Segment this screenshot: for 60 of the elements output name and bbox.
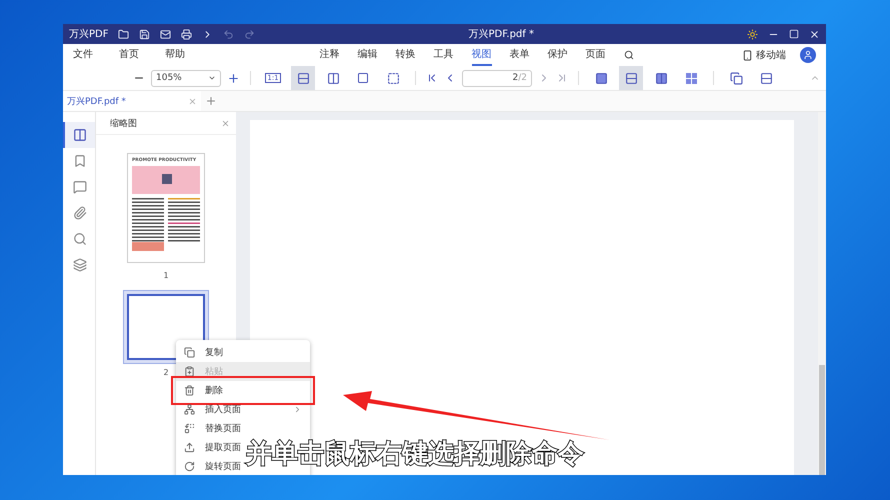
caption: 并单击鼠标右键选择删除命令	[246, 438, 584, 471]
menu-tab[interactable]: 工具	[434, 44, 454, 66]
dropdown-icon	[208, 74, 216, 82]
page-layout-icon	[594, 72, 608, 84]
page-layout-icon	[624, 72, 638, 84]
menu-tab[interactable]: 保护	[548, 44, 568, 66]
page-field[interactable]: 2/2	[462, 70, 532, 86]
delete-icon	[184, 385, 195, 396]
folder-icon[interactable]	[118, 28, 130, 40]
print-icon[interactable]	[181, 28, 192, 40]
maximize-icon[interactable]	[789, 29, 799, 39]
replace-icon	[184, 423, 195, 434]
document-tab[interactable]: 万兴PDF.pdf *	[63, 91, 201, 111]
menu-item[interactable]: 插入页面	[176, 400, 310, 419]
insert-icon	[184, 404, 195, 415]
avatar-icon[interactable]	[800, 47, 816, 63]
save-icon[interactable]	[139, 28, 150, 40]
undo-icon[interactable]	[223, 28, 234, 40]
menu-tab[interactable]: 页面	[586, 44, 606, 66]
menu-tab[interactable]: 视图	[472, 44, 492, 66]
close-icon[interactable]	[809, 28, 820, 40]
mail-icon[interactable]	[160, 28, 172, 40]
menu-tab[interactable]: 表单	[510, 44, 530, 66]
menu-item[interactable]: 复制	[176, 343, 231, 362]
fit-page-icon	[296, 72, 310, 84]
first-page-icon[interactable]	[426, 72, 438, 84]
fit-page-icon	[357, 72, 369, 84]
extract-icon	[184, 442, 195, 453]
zoom-field[interactable]: 105%	[151, 70, 221, 86]
page-layout-icon	[684, 72, 698, 84]
fit-page-icon	[326, 72, 340, 84]
menu-item[interactable]: 帮助	[165, 44, 185, 66]
phone-icon	[742, 50, 753, 60]
menu-tab[interactable]: 注释	[320, 44, 340, 66]
zoom-in-icon[interactable]	[227, 72, 240, 84]
menu-item[interactable]: 替换页面	[176, 419, 249, 438]
copy-icon	[184, 347, 195, 358]
rotate-icon	[184, 461, 195, 472]
sun-icon[interactable]	[747, 28, 758, 40]
menu-item[interactable]: 首页	[119, 44, 139, 66]
menu-tab[interactable]: 编辑	[358, 44, 378, 66]
paste-icon	[184, 366, 195, 377]
panel-title: 缩略图	[110, 118, 137, 130]
redo-icon[interactable]	[244, 28, 256, 40]
page-number: 1	[163, 271, 169, 280]
mobile-link[interactable]: 移动端	[756, 48, 786, 62]
app-name: 万兴PDF	[69, 28, 108, 41]
menu-tab[interactable]: 转换	[396, 44, 416, 66]
page-number: 2	[163, 368, 169, 377]
menu-item[interactable]: 文件	[73, 44, 93, 66]
fit-button[interactable]	[291, 66, 315, 90]
submenu-icon	[293, 405, 302, 414]
menu-item[interactable]: 删除	[176, 381, 310, 400]
page-layout-icon	[654, 72, 668, 84]
search-icon[interactable]	[624, 50, 634, 60]
thumbnails-icon[interactable]	[63, 122, 95, 148]
window-title: 万兴PDF.pdf *	[468, 28, 535, 41]
add-tab-icon[interactable]	[205, 95, 217, 107]
layout-button[interactable]	[619, 66, 643, 90]
fit-page-icon	[386, 72, 400, 84]
